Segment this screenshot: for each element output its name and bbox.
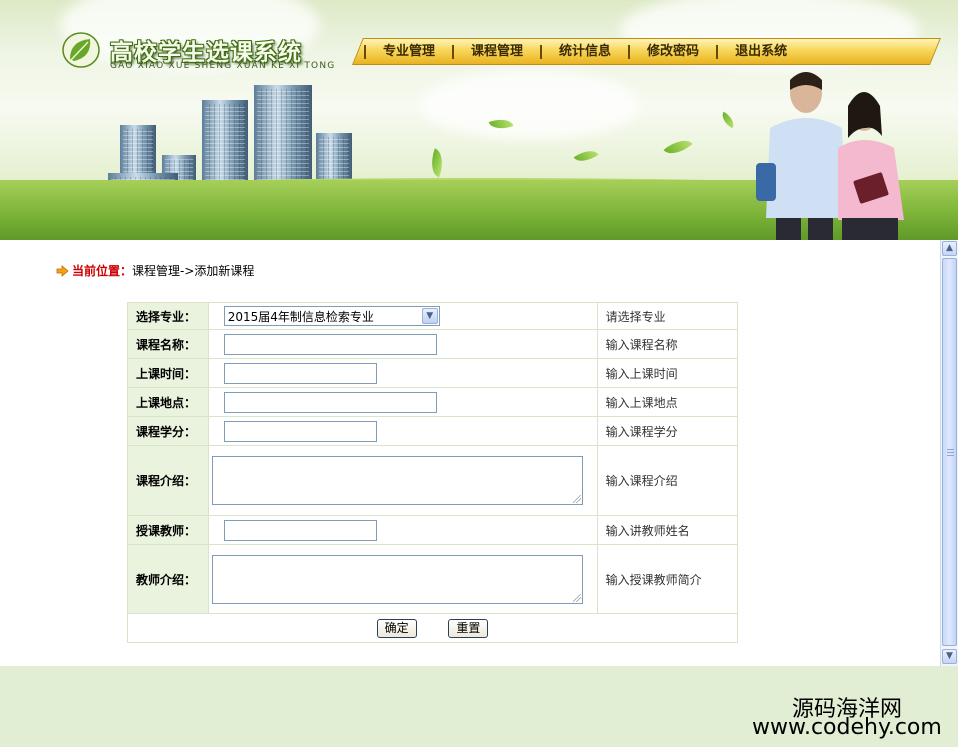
main-nav: 专业管理 课程管理 统计信息 修改密码 退出系统 [364, 38, 804, 65]
nav-item-statistics[interactable]: 统计信息 [542, 38, 628, 65]
label-course-name: 课程名称： [127, 329, 209, 359]
hint-teacher: 输入讲教师姓名 [596, 515, 739, 545]
scrollbar-thumb[interactable] [942, 258, 957, 646]
reset-button[interactable]: 重置 [448, 618, 489, 638]
nav-item-logout[interactable]: 退出系统 [718, 38, 804, 65]
leaf-decoration [718, 111, 738, 129]
class-time-input[interactable] [223, 362, 377, 384]
app-subtitle: GAO XIAO XUE SHENG XUAN KE XI TONG [110, 61, 336, 71]
form-row-major: 选择专业： 2015届4年制信息检索专业 ▼ 请选择专业 [127, 302, 739, 330]
breadcrumb-path: 课程管理->添加新课程 [132, 264, 255, 278]
teacher-name-input[interactable] [223, 519, 377, 541]
scroll-up-icon[interactable]: ▲ [942, 241, 957, 256]
form-row-class-time: 上课时间： 输入上课时间 [127, 358, 739, 388]
label-credits: 课程学分： [127, 416, 209, 446]
label-class-location: 上课地点： [127, 387, 209, 417]
hint-major: 请选择专业 [596, 302, 739, 330]
form-row-teacher: 授课教师： 输入讲教师姓名 [127, 515, 739, 545]
course-name-input[interactable] [223, 333, 437, 355]
header-banner: 高校学生选课系统 GAO XIAO XUE SHENG XUAN KE XI T… [0, 0, 958, 240]
major-select[interactable]: 2015届4年制信息检索专业 ▼ [223, 306, 440, 326]
watermark-url: www.codehy.com [752, 715, 942, 740]
nav-item-course-management[interactable]: 课程管理 [454, 38, 540, 65]
students-illustration [756, 72, 904, 240]
label-class-time: 上课时间： [127, 358, 209, 388]
vertical-scrollbar[interactable]: ▲ ▼ [940, 240, 958, 666]
hint-credits: 输入课程学分 [596, 416, 739, 446]
arrow-right-icon [56, 264, 69, 277]
leaf-decoration [663, 133, 693, 161]
credits-input[interactable] [223, 420, 377, 442]
add-course-form: 选择专业： 2015届4年制信息检索专业 ▼ 请选择专业 课程名称： 输入课程名… [127, 302, 739, 643]
course-intro-textarea[interactable] [211, 456, 583, 505]
hint-class-location: 输入上课地点 [596, 387, 739, 417]
label-teacher-intro: 教师介绍： [127, 544, 209, 614]
form-row-teacher-intro: 教师介绍： 输入授课教师简介 [127, 544, 739, 614]
leaf-decoration [425, 148, 449, 178]
form-row-credits: 课程学分： 输入课程学分 [127, 416, 739, 446]
form-actions-row: 确定 重置 [127, 613, 738, 643]
hint-class-time: 输入上课时间 [596, 358, 739, 388]
label-course-intro: 课程介绍： [127, 445, 209, 516]
leaf-logo-icon [62, 32, 100, 68]
form-row-course-name: 课程名称： 输入课程名称 [127, 329, 739, 359]
hint-course-name: 输入课程名称 [596, 329, 739, 359]
breadcrumb: 当前位置： 课程管理->添加新课程 [56, 262, 254, 279]
form-row-class-location: 上课地点： 输入上课地点 [127, 387, 739, 417]
hint-course-intro: 输入课程介绍 [596, 445, 739, 516]
main-content: 当前位置： 课程管理->添加新课程 选择专业： 2015届4年制信息检索专业 ▼… [0, 240, 940, 666]
breadcrumb-label: 当前位置： [72, 264, 133, 278]
teacher-intro-textarea[interactable] [211, 554, 583, 604]
label-teacher: 授课教师： [127, 515, 209, 545]
nav-item-change-password[interactable]: 修改密码 [630, 38, 716, 65]
class-location-input[interactable] [223, 391, 437, 413]
hint-teacher-intro: 输入授课教师简介 [596, 544, 739, 614]
chevron-down-icon[interactable]: ▼ [421, 308, 438, 324]
label-major: 选择专业： [127, 302, 209, 330]
leaf-decoration [573, 144, 599, 168]
submit-button[interactable]: 确定 [376, 618, 417, 638]
major-select-value: 2015届4年制信息检索专业 [227, 309, 374, 324]
form-row-course-intro: 课程介绍： 输入课程介绍 [127, 445, 739, 516]
scroll-down-icon[interactable]: ▼ [942, 649, 957, 664]
nav-item-major-management[interactable]: 专业管理 [366, 38, 452, 65]
